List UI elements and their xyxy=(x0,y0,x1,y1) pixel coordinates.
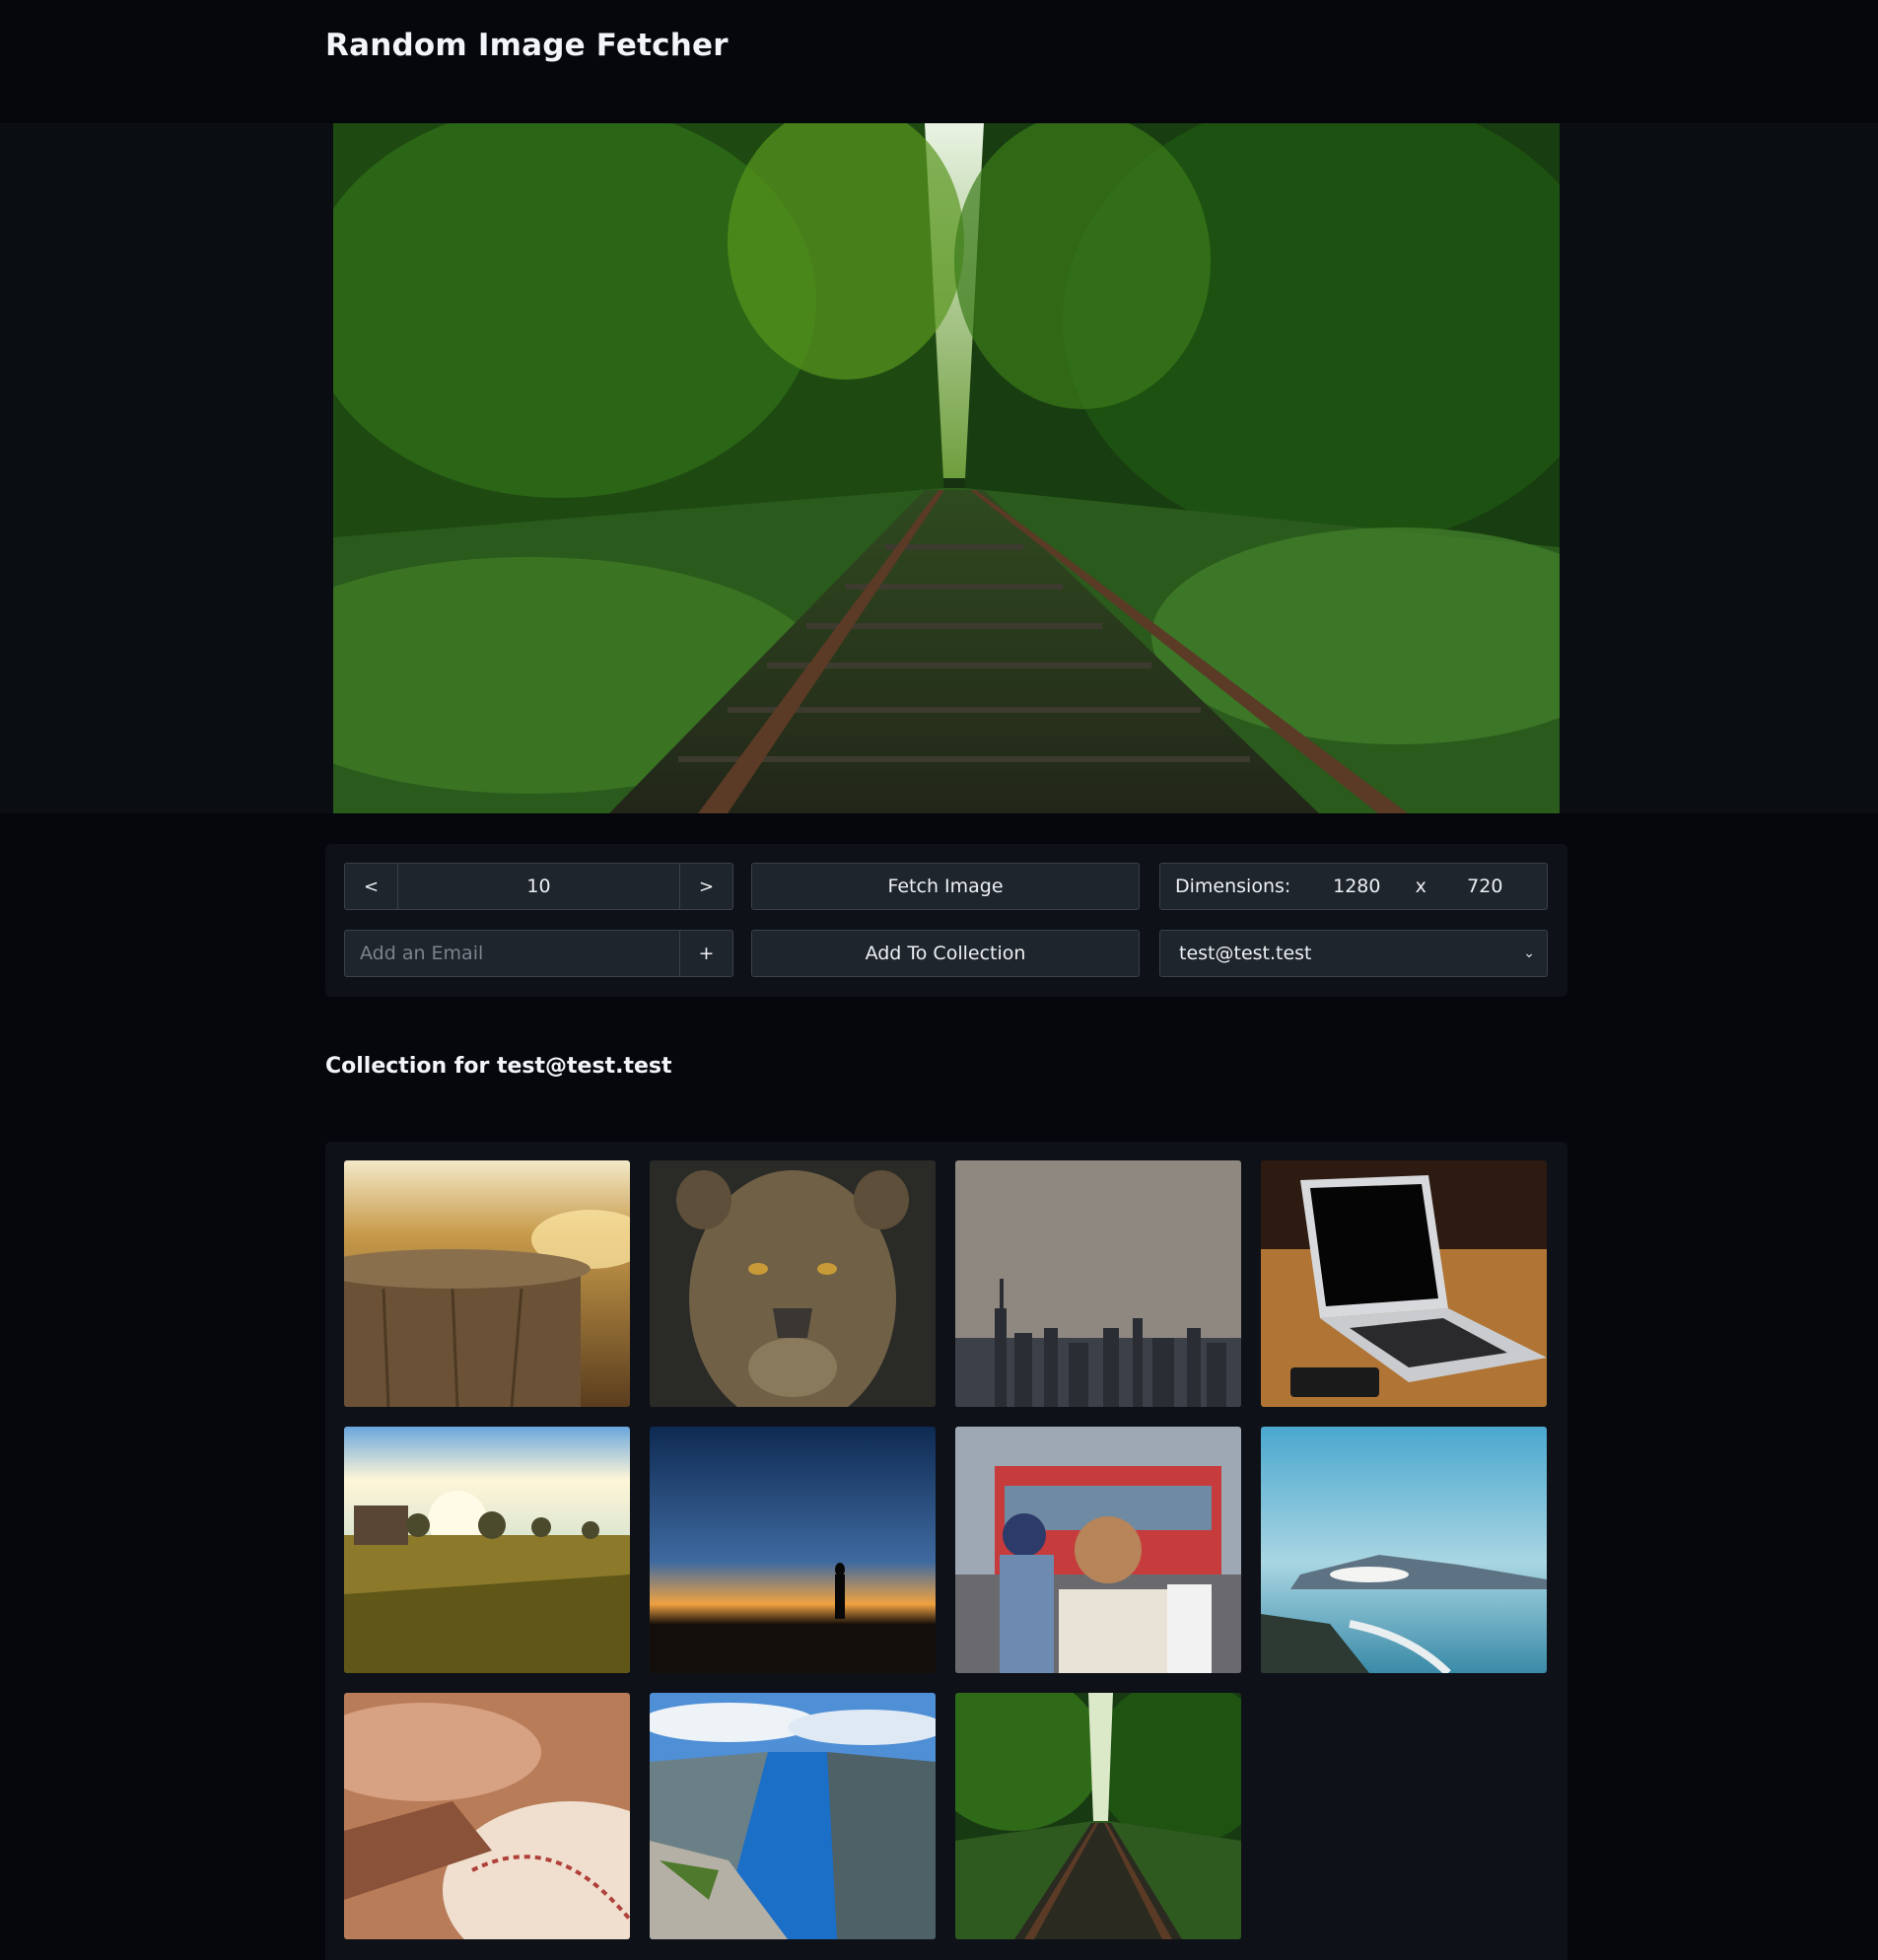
width-field[interactable]: 1280 xyxy=(1312,875,1401,897)
add-email-group: + xyxy=(344,930,733,977)
dimensions-label: Dimensions: xyxy=(1175,875,1291,897)
collection-image-city-skyline[interactable] xyxy=(955,1160,1241,1407)
dimensions-separator: x xyxy=(1415,875,1426,897)
collection-image-tree-stump[interactable] xyxy=(344,1160,630,1407)
collection-image-railway[interactable] xyxy=(955,1693,1241,1939)
height-field[interactable]: 720 xyxy=(1440,875,1529,897)
collection-image-laptop[interactable] xyxy=(1261,1160,1547,1407)
collection-image-orchard[interactable] xyxy=(344,1427,630,1673)
controls-panel: < > Fetch Image Dimensions: 1280 x 720 +… xyxy=(325,844,1567,997)
chevron-down-icon: ⌄ xyxy=(1523,945,1535,961)
collection-image-fjord[interactable] xyxy=(650,1693,936,1939)
email-select-value: test@test.test xyxy=(1179,943,1312,964)
collection-image-street-traveler[interactable] xyxy=(955,1427,1241,1673)
dimensions-group: Dimensions: 1280 x 720 xyxy=(1159,863,1548,910)
email-input[interactable] xyxy=(345,931,680,976)
image-index-stepper: < > xyxy=(344,863,733,910)
collection-image-silhouette[interactable] xyxy=(650,1427,936,1673)
current-image xyxy=(333,123,1560,813)
email-select[interactable]: test@test.test ⌄ xyxy=(1159,930,1548,977)
app-title: Random Image Fetcher xyxy=(325,28,729,63)
collection-image-baseball[interactable] xyxy=(344,1693,630,1939)
collection-grid xyxy=(325,1142,1567,1960)
add-email-button[interactable]: + xyxy=(680,931,732,976)
app-header: Random Image Fetcher xyxy=(0,0,1878,123)
previous-image-button[interactable]: < xyxy=(345,864,397,909)
image-index-input[interactable] xyxy=(398,875,679,897)
next-image-button[interactable]: > xyxy=(680,864,732,909)
collection-image-lioness[interactable] xyxy=(650,1160,936,1407)
fetch-image-button[interactable]: Fetch Image xyxy=(751,863,1140,910)
add-to-collection-button[interactable]: Add To Collection xyxy=(751,930,1140,977)
collection-title: Collection for test@test.test xyxy=(325,1054,672,1079)
collection-image-coastline[interactable] xyxy=(1261,1427,1547,1673)
image-index-field-wrap xyxy=(397,864,680,909)
